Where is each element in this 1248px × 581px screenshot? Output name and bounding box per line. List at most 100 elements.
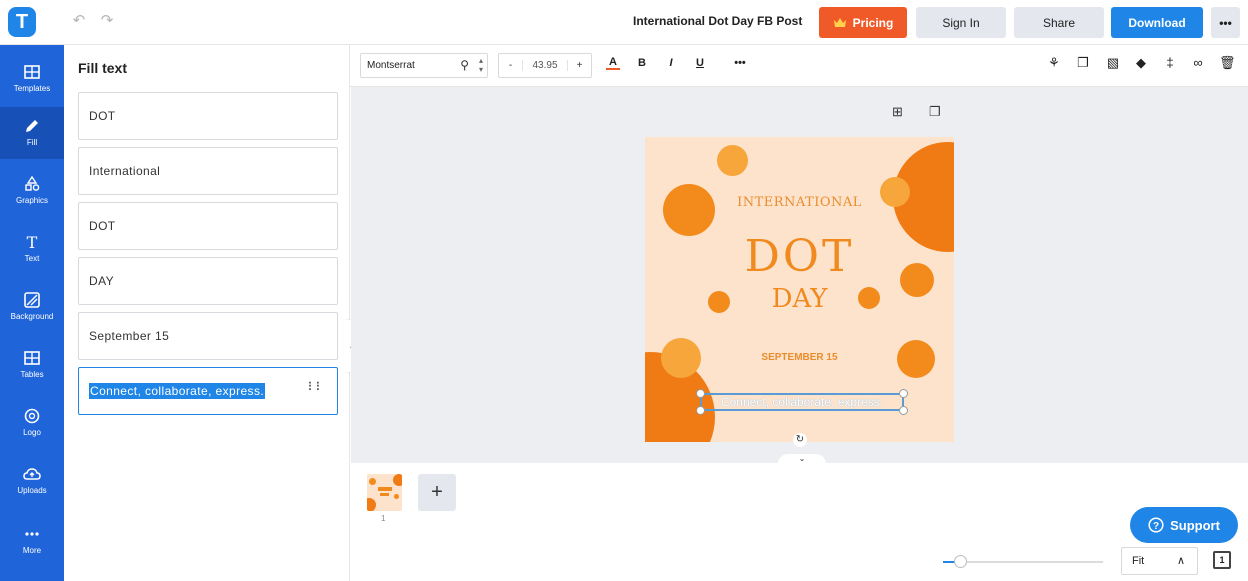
- font-size-stepper: - 43.95 +: [498, 53, 592, 78]
- templates-icon: [24, 65, 40, 79]
- thumb-text-bar: [378, 487, 392, 491]
- download-button[interactable]: Download: [1111, 7, 1203, 38]
- sidebar-item-templates[interactable]: Templates: [0, 53, 64, 105]
- editor-app: T ↶ ↷ International Dot Day FB Post Pric…: [0, 0, 1248, 581]
- zoom-select[interactable]: Fit ∧: [1121, 547, 1198, 575]
- decor-circle: [717, 145, 748, 176]
- decor-circle: [663, 184, 715, 236]
- fill-field[interactable]: DOT: [78, 92, 338, 140]
- sidebar-item-label: Tables: [20, 370, 44, 379]
- page-count-icon[interactable]: 1: [1213, 551, 1231, 569]
- fill-field[interactable]: DAY: [78, 257, 338, 305]
- bold-button[interactable]: B: [635, 57, 649, 69]
- increase-size-button[interactable]: +: [567, 60, 591, 71]
- logo-icon: [24, 408, 40, 424]
- chevron-up-icon: ∧: [1176, 555, 1185, 567]
- help-icon: ?: [1148, 517, 1164, 533]
- table-icon: [24, 351, 40, 365]
- resize-handle[interactable]: [696, 406, 705, 415]
- link-icon[interactable]: ∞: [1191, 55, 1205, 70]
- sidebar-item-more[interactable]: More: [0, 515, 64, 567]
- document-title[interactable]: International Dot Day FB Post: [633, 14, 802, 28]
- share-button[interactable]: Share: [1014, 7, 1104, 38]
- font-size-input[interactable]: 43.95: [523, 60, 567, 71]
- sidebar-item-text[interactable]: T Text: [0, 223, 64, 275]
- expand-pages-button[interactable]: ⌄: [778, 454, 826, 466]
- page-thumbnail[interactable]: [367, 474, 402, 511]
- svg-text:?: ?: [1153, 521, 1159, 532]
- resize-handle[interactable]: [696, 389, 705, 398]
- italic-button[interactable]: I: [664, 57, 678, 69]
- font-family-select[interactable]: Montserrat ⚲ ▴ ▾: [360, 53, 488, 78]
- spinner-icon[interactable]: ▴ ▾: [479, 56, 483, 74]
- crown-icon: [833, 17, 846, 27]
- chevron-down-icon: ⌄: [798, 454, 806, 463]
- redo-icon[interactable]: ↷: [98, 12, 116, 30]
- search-icon: ⚲: [460, 58, 469, 72]
- add-page-button[interactable]: +: [418, 474, 456, 511]
- font-family-value: Montserrat: [367, 60, 415, 71]
- resize-handle[interactable]: [899, 389, 908, 398]
- more-format-button[interactable]: •••: [730, 57, 750, 69]
- fill-field[interactable]: September 15: [78, 312, 338, 360]
- zoom-value: Fit: [1132, 555, 1145, 567]
- format-painter-icon[interactable]: ⚘: [1047, 55, 1061, 71]
- sidebar-item-background[interactable]: Background: [0, 281, 64, 333]
- fill-field[interactable]: International: [78, 147, 338, 195]
- zoom-slider-knob[interactable]: [954, 555, 967, 568]
- sidebar-item-label: Uploads: [17, 486, 47, 495]
- panel-title: Fill text: [78, 60, 128, 76]
- top-bar: T ↶ ↷ International Dot Day FB Post Pric…: [0, 0, 1248, 45]
- layer-icon[interactable]: ▧: [1106, 55, 1120, 71]
- support-button[interactable]: ? Support: [1130, 507, 1238, 543]
- duplicate-icon[interactable]: ❐: [1076, 55, 1090, 71]
- copy-page-icon[interactable]: ❐: [929, 104, 941, 120]
- fill-text-panel: Fill text DOT International DOT DAY Sept…: [64, 45, 350, 581]
- page-number: 1: [381, 514, 386, 523]
- sidebar-item-tables[interactable]: Tables: [0, 339, 64, 391]
- sidebar-item-fill[interactable]: Fill: [0, 107, 64, 159]
- more-icon: [25, 532, 39, 536]
- pencil-icon: [26, 120, 38, 132]
- sidebar-item-label: Templates: [13, 84, 51, 93]
- more-options-button[interactable]: •••: [1211, 7, 1240, 38]
- design-text-international[interactable]: INTERNATIONAL: [645, 195, 954, 210]
- zoom-slider-track[interactable]: [943, 561, 1103, 563]
- sidebar-item-uploads[interactable]: Uploads: [0, 455, 64, 507]
- sidebar-item-label: Background: [10, 312, 54, 321]
- thumb-decor: [394, 494, 399, 499]
- design-canvas[interactable]: INTERNATIONAL DOT DAY SEPTEMBER 15 Conne…: [645, 137, 954, 442]
- thumb-decor: [369, 478, 376, 485]
- design-text-tagline-selected[interactable]: Connect, collaborate, express.: [700, 393, 904, 411]
- add-page-icon[interactable]: ⊞: [892, 104, 903, 120]
- sidebar-item-graphics[interactable]: Graphics: [0, 165, 64, 217]
- sidebar-item-logo[interactable]: Logo: [0, 397, 64, 449]
- fill-field-active[interactable]: Connect, collaborate, express. ⠇⠇: [78, 367, 338, 415]
- delete-icon[interactable]: 🗑: [1219, 55, 1236, 71]
- opacity-icon[interactable]: ◆: [1134, 55, 1148, 71]
- pricing-label: Pricing: [852, 15, 894, 30]
- cloud-upload-icon: [23, 468, 41, 480]
- thumb-text-bar: [380, 493, 389, 496]
- background-icon: [24, 292, 40, 308]
- design-text-date[interactable]: SEPTEMBER 15: [645, 352, 954, 363]
- drag-handle-icon[interactable]: ⠇⠇: [307, 381, 324, 393]
- sidebar-item-label: More: [22, 546, 42, 555]
- decrease-size-button[interactable]: -: [499, 60, 523, 71]
- undo-icon[interactable]: ↶: [70, 12, 88, 30]
- underline-button[interactable]: U: [693, 57, 707, 69]
- support-label: Support: [1170, 517, 1220, 533]
- app-logo[interactable]: T: [8, 7, 36, 37]
- text-color-button[interactable]: A: [606, 57, 620, 70]
- pricing-button[interactable]: Pricing: [819, 7, 907, 38]
- resize-handle[interactable]: [899, 406, 908, 415]
- design-text-dot[interactable]: DOT: [645, 231, 954, 282]
- fill-field[interactable]: DOT: [78, 202, 338, 250]
- left-sidebar: Templates Fill Graphics T Text Backgroun…: [0, 45, 64, 581]
- sign-in-button[interactable]: Sign In: [916, 7, 1006, 38]
- align-icon[interactable]: ‡: [1163, 55, 1177, 70]
- design-text-day[interactable]: DAY: [645, 284, 954, 314]
- sidebar-item-label: Fill: [26, 138, 38, 147]
- shapes-icon: [25, 175, 40, 191]
- rotate-icon[interactable]: ↻: [793, 433, 807, 447]
